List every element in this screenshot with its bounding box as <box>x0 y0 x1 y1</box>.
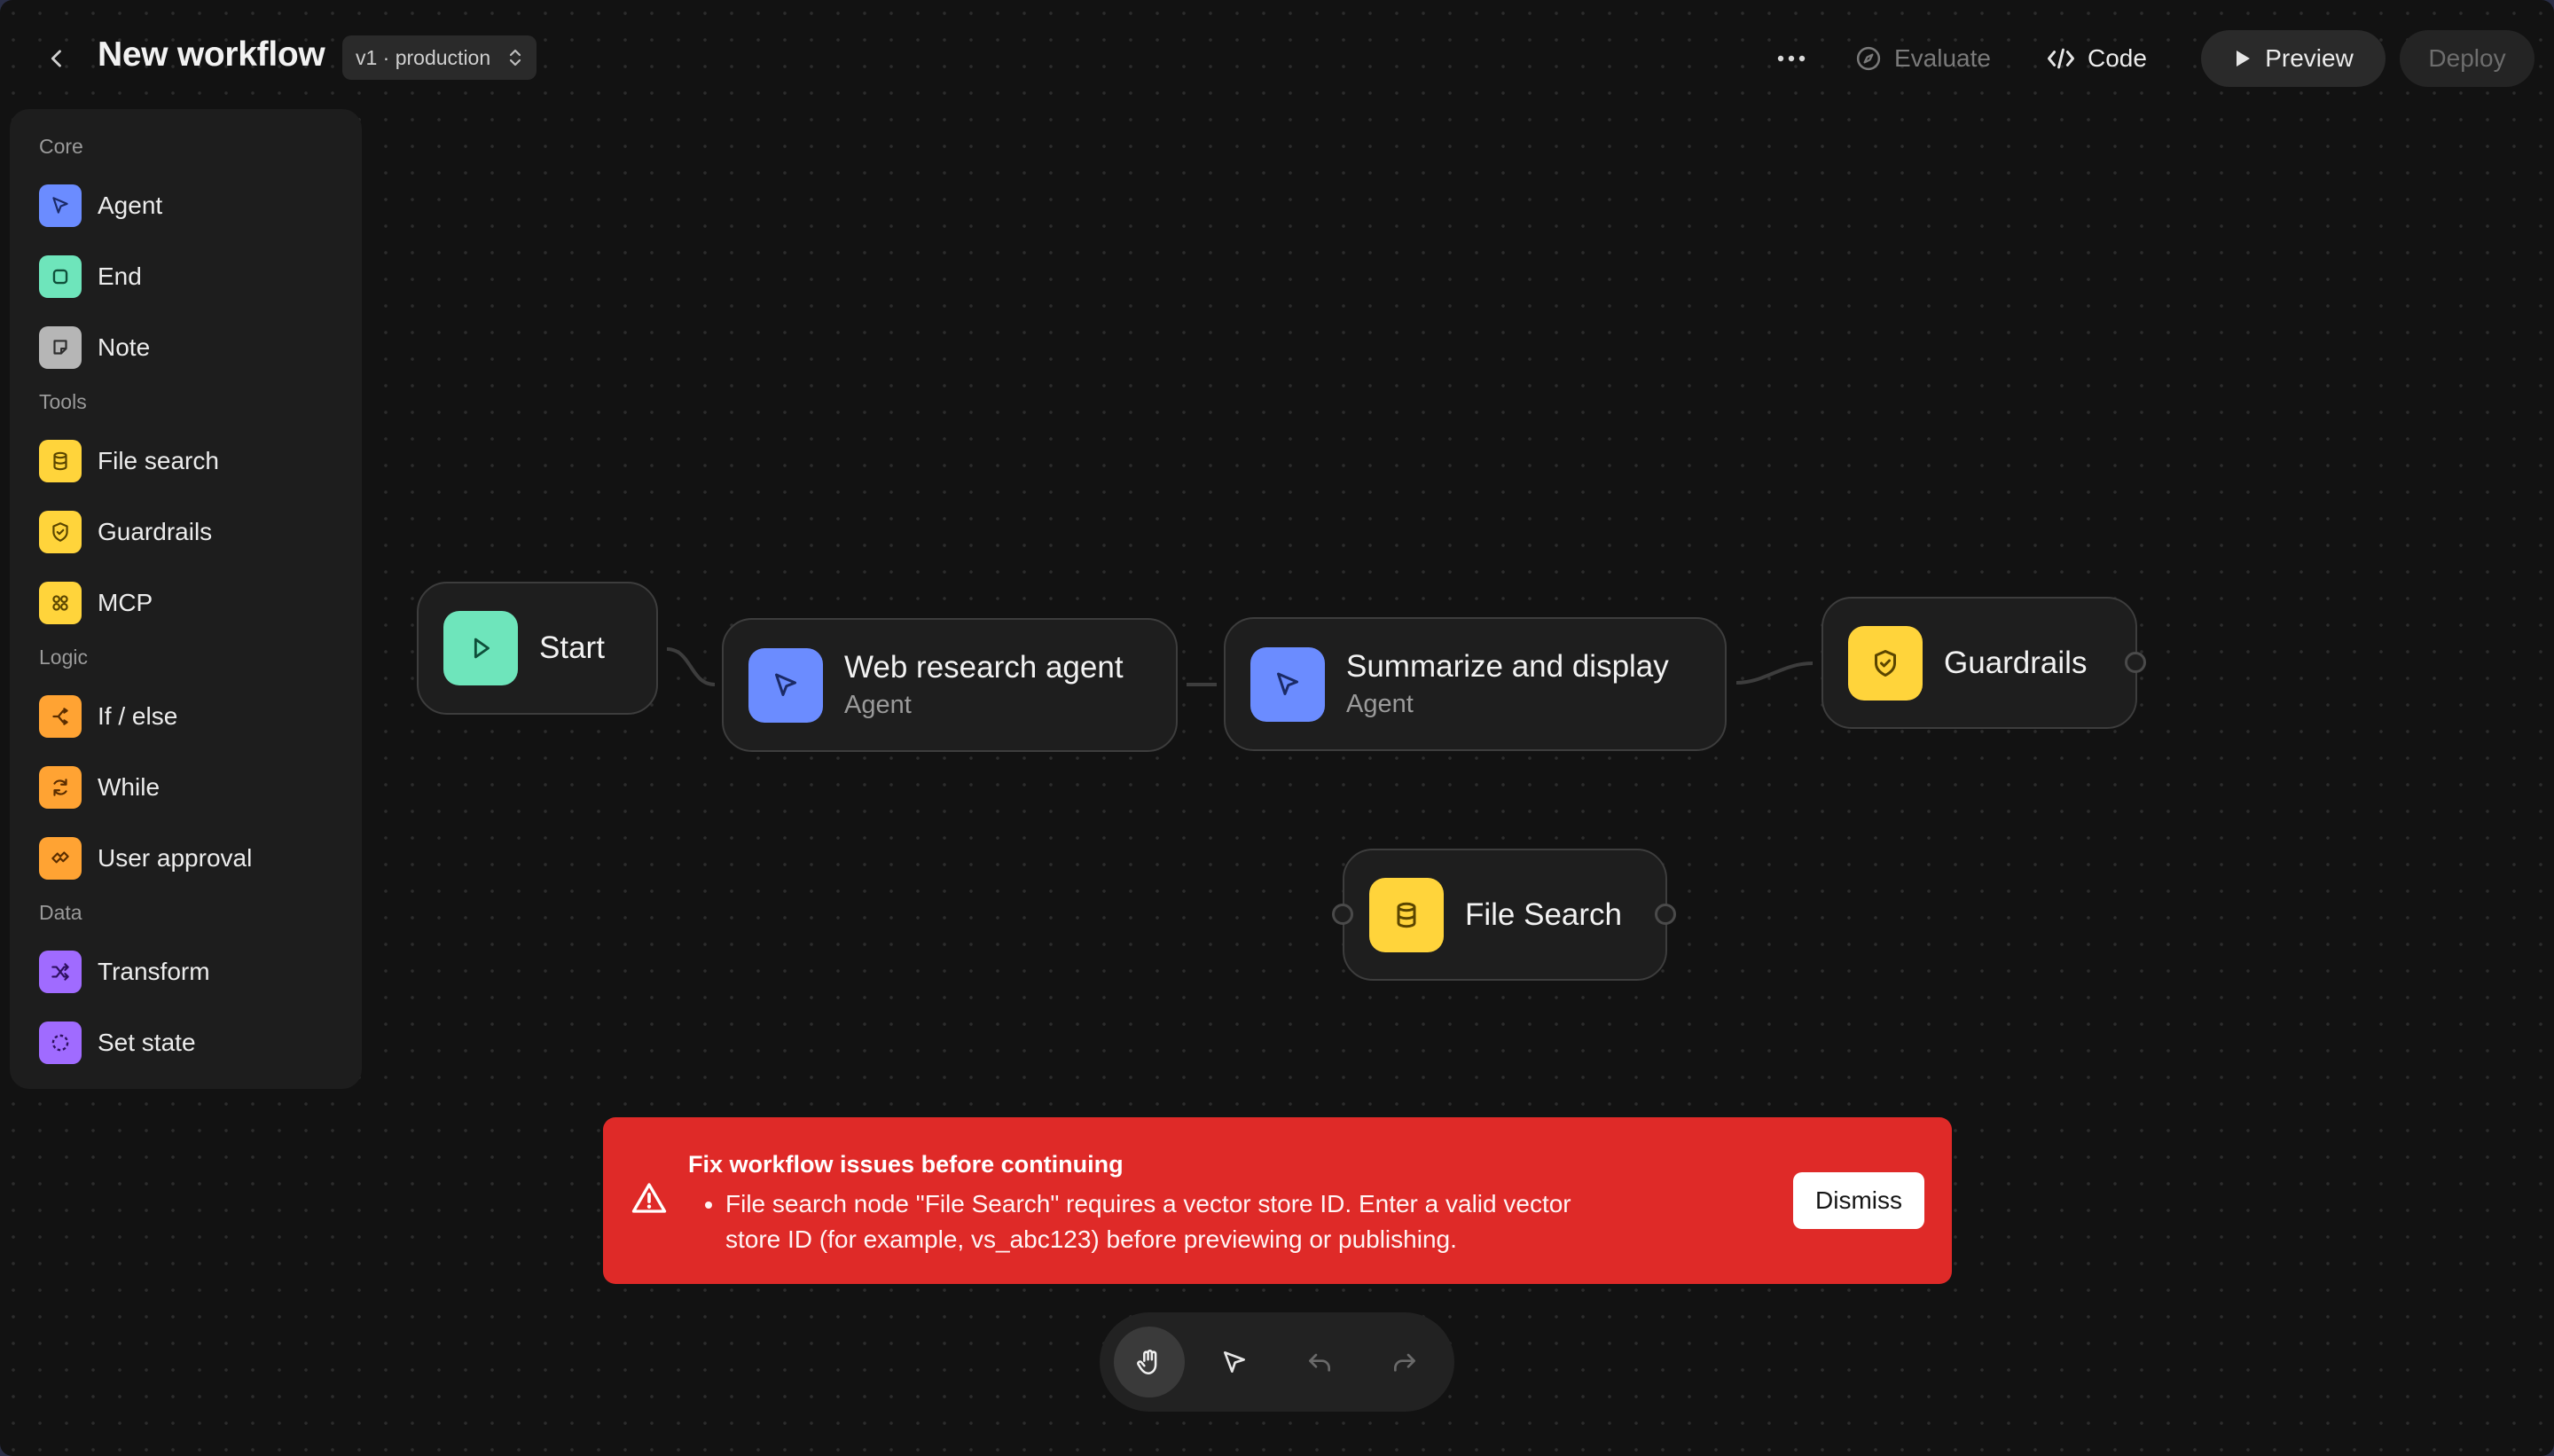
node-palette: Core Agent End Note Tools File search Gu… <box>10 109 362 1089</box>
redo-icon <box>1394 1353 1415 1372</box>
palette-item-transform[interactable]: Transform <box>39 951 210 993</box>
palette-item-guardrails[interactable]: Guardrails <box>39 511 212 553</box>
preview-button[interactable]: Preview <box>2201 30 2386 87</box>
agent-icon <box>1250 646 1325 722</box>
palette-item-label: Set state <box>98 1029 196 1056</box>
node-file-search[interactable]: File Search <box>1343 849 1667 981</box>
alert-title: Fix workflow issues before continuing <box>688 1151 1124 1178</box>
node-guardrails-output-port[interactable] <box>2125 652 2146 673</box>
node-start[interactable]: Start <box>417 582 658 715</box>
palette-item-note[interactable]: Note <box>39 326 150 369</box>
version-label: v1 · production <box>356 45 491 69</box>
palette-item-user-approval[interactable]: User approval <box>39 837 252 880</box>
node-title: Guardrails <box>1944 645 2088 680</box>
edge-start-to-web-research <box>666 647 716 686</box>
transform-icon <box>39 951 82 993</box>
alert-message: File search node "File Search" requires … <box>725 1186 1621 1257</box>
evaluate-button[interactable]: Evaluate <box>1855 30 1991 87</box>
compass-icon <box>1856 46 1881 71</box>
undo-icon <box>1309 1353 1330 1372</box>
palette-item-file-search[interactable]: File search <box>39 440 219 482</box>
palette-item-end[interactable]: End <box>39 255 142 298</box>
file-search-icon <box>1369 877 1444 952</box>
edge-summarize-to-guardrails <box>1735 661 1814 685</box>
hand-tool-button[interactable] <box>1114 1327 1185 1397</box>
node-title: Web research agent <box>844 650 1124 685</box>
palette-item-label: End <box>98 262 142 290</box>
node-file-search-output-port[interactable] <box>1655 904 1676 925</box>
set-state-icon <box>39 1022 82 1064</box>
version-selector[interactable]: v1 · production <box>342 35 537 80</box>
palette-item-label: Guardrails <box>98 518 213 545</box>
play-icon <box>2237 51 2251 67</box>
code-label: Code <box>2088 44 2147 72</box>
palette-item-mcp[interactable]: MCP <box>39 582 153 624</box>
palette-item-label: File search <box>98 447 219 474</box>
canvas-toolbar <box>1100 1312 1454 1412</box>
node-file-search-input-port[interactable] <box>1332 904 1353 925</box>
pointer-tool-button[interactable] <box>1199 1327 1270 1397</box>
chevron-up-down-icon <box>510 49 521 67</box>
node-web-research-agent[interactable]: Web research agent Agent <box>722 618 1178 752</box>
palette-item-label: Agent <box>98 192 163 219</box>
node-subtitle: Agent <box>844 691 912 719</box>
palette-item-label: While <box>98 773 161 801</box>
redo-button[interactable] <box>1369 1327 1440 1397</box>
agent-icon <box>39 184 82 227</box>
warning-icon <box>631 1183 667 1213</box>
hand-icon <box>1137 1349 1157 1375</box>
workflow-issues-alert: Fix workflow issues before continuing Fi… <box>603 1117 1952 1284</box>
evaluate-label: Evaluate <box>1894 44 1991 72</box>
deploy-button[interactable]: Deploy <box>2400 30 2534 87</box>
palette-item-label: Transform <box>98 958 210 985</box>
node-title: File Search <box>1465 896 1623 932</box>
palette-item-label: Note <box>98 333 151 361</box>
palette-item-label: MCP <box>98 589 153 616</box>
node-summarize-and-display[interactable]: Summarize and display Agent <box>1224 617 1727 751</box>
chevron-left-icon <box>51 50 61 67</box>
workflow-editor: New workflow v1 · production Evaluate Co… <box>0 0 2554 1456</box>
palette-item-while[interactable]: While <box>39 766 160 809</box>
while-icon <box>39 766 82 809</box>
section-label-core: Core <box>39 135 83 158</box>
pointer-icon <box>1224 1351 1245 1373</box>
guardrails-icon <box>1848 625 1923 701</box>
node-title: Start <box>539 630 605 665</box>
node-title: Summarize and display <box>1346 649 1669 684</box>
mcp-icon <box>39 582 82 624</box>
palette-item-set-state[interactable]: Set state <box>39 1022 196 1064</box>
code-icon <box>2047 48 2075 69</box>
ellipsis-icon <box>1777 55 1806 62</box>
section-label-tools: Tools <box>39 390 87 413</box>
page-title: New workflow <box>98 35 325 74</box>
section-label-logic: Logic <box>39 646 88 669</box>
code-button[interactable]: Code <box>2047 30 2147 87</box>
end-icon <box>39 255 82 298</box>
back-button[interactable] <box>39 41 74 76</box>
if-else-icon <box>39 695 82 738</box>
node-subtitle: Agent <box>1346 690 1414 718</box>
palette-item-label: If / else <box>98 702 178 730</box>
node-guardrails[interactable]: Guardrails <box>1821 597 2137 729</box>
dismiss-button[interactable]: Dismiss <box>1793 1172 1924 1229</box>
section-label-data: Data <box>39 901 82 924</box>
user-approval-icon <box>39 837 82 880</box>
more-options-button[interactable] <box>1772 30 1811 87</box>
play-icon <box>443 611 518 685</box>
palette-item-label: User approval <box>98 844 253 872</box>
file-search-icon <box>39 440 82 482</box>
palette-item-agent[interactable]: Agent <box>39 184 162 227</box>
alert-message-list: File search node "File Search" requires … <box>688 1186 1621 1257</box>
guardrails-icon <box>39 511 82 553</box>
undo-button[interactable] <box>1284 1327 1355 1397</box>
deploy-label: Deploy <box>2428 44 2506 72</box>
preview-label: Preview <box>2265 44 2354 72</box>
palette-item-if-else[interactable]: If / else <box>39 695 177 738</box>
agent-icon <box>748 647 823 723</box>
note-icon <box>39 326 82 369</box>
